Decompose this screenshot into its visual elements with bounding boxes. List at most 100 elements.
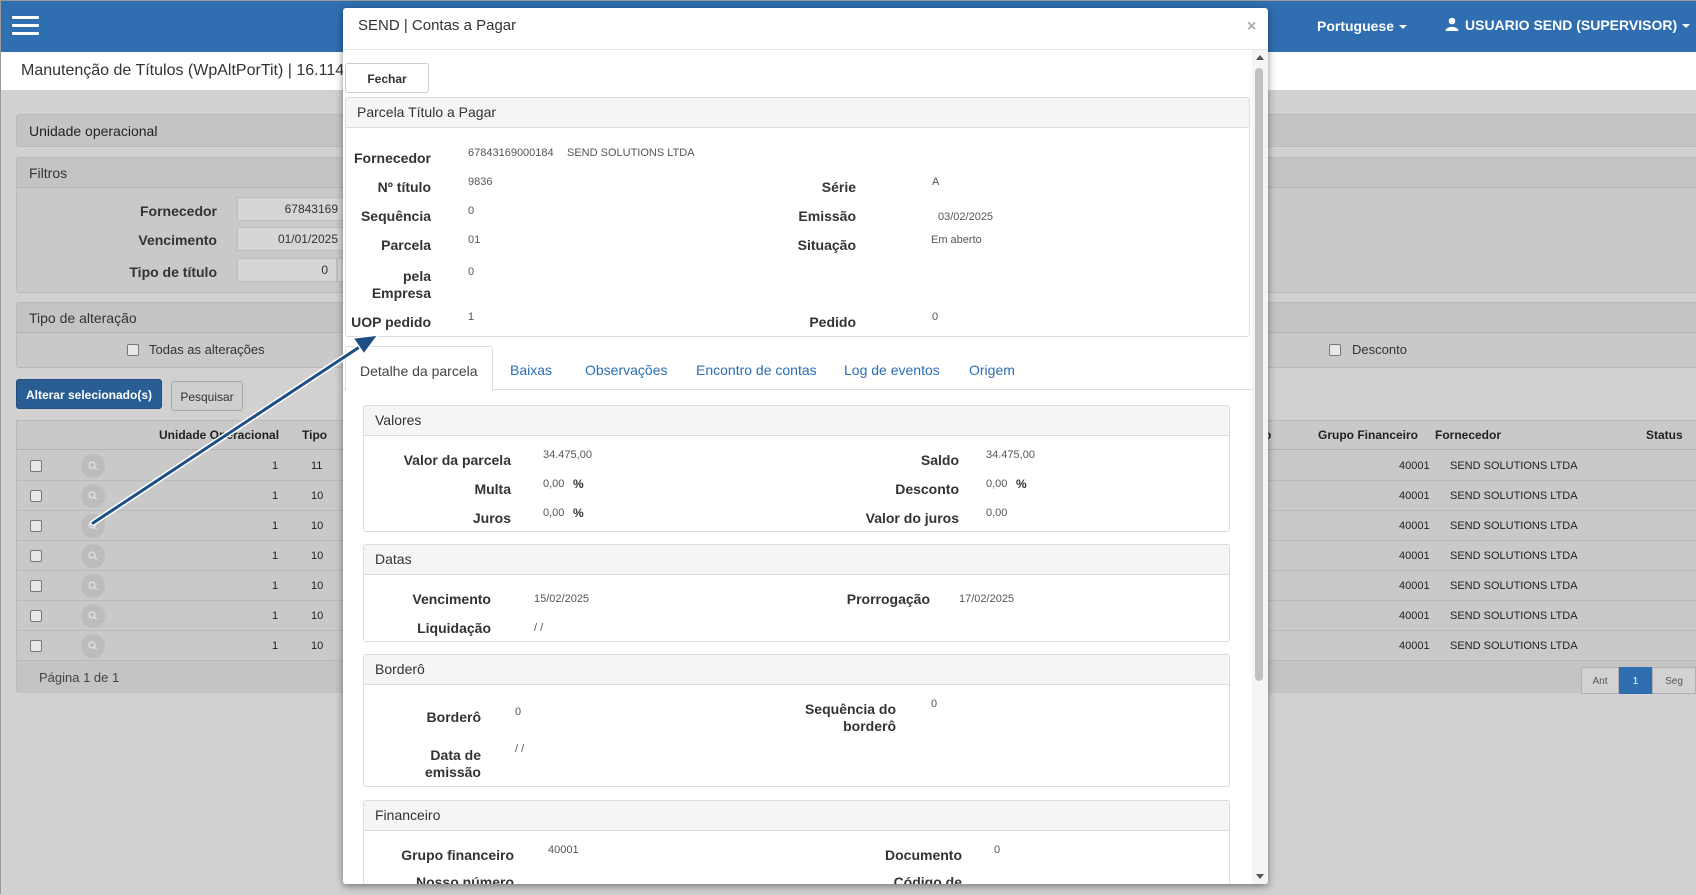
search-icon (88, 521, 98, 531)
all-alterations-checkbox[interactable] (127, 344, 139, 356)
search-button[interactable]: Pesquisar (171, 381, 243, 411)
close-icon[interactable]: × (1247, 18, 1256, 36)
row-checkbox[interactable] (30, 640, 42, 652)
documento-label: Documento (885, 847, 962, 863)
cell-fornecedor: SEND SOLUTIONS LTDA (1450, 490, 1578, 502)
filter-tipo-label: Tipo de título (129, 264, 217, 280)
emissao-label: Emissão (798, 208, 856, 224)
sequencia-bordero-label-line-2: borderô (843, 718, 896, 734)
filter-fornecedor-input[interactable]: 67843169 (237, 197, 347, 221)
row-checkbox[interactable] (30, 580, 42, 592)
row-checkbox[interactable] (30, 460, 42, 472)
tab-baixas[interactable]: Baixas (510, 346, 552, 390)
scroll-down-icon[interactable] (1256, 874, 1264, 879)
juros-value: 0,00 (543, 507, 565, 519)
saldo-value: 34.475,00 (986, 449, 1035, 461)
search-icon (88, 491, 98, 501)
chevron-down-icon (1399, 25, 1408, 30)
prorrogacao-value: 17/02/2025 (959, 593, 1015, 605)
tab-origem[interactable]: Origem (969, 346, 1015, 390)
menu-icon[interactable] (12, 16, 39, 36)
desconto-value-label: Desconto (895, 481, 959, 497)
titulo-value: 9836 (468, 176, 493, 188)
all-alterations-label: Todas as alterações (149, 342, 265, 357)
cell-unidade: 1 (272, 580, 279, 592)
search-icon (88, 611, 98, 621)
row-detail-button[interactable] (81, 514, 105, 538)
data-emissao-label: Data de emissão (364, 747, 481, 781)
pager-next[interactable]: Seg (1652, 667, 1696, 694)
sequencia-label: Sequência (360, 208, 431, 224)
detail-tabs: Detalhe da parcela Baixas Observações En… (343, 346, 1252, 391)
col-unidade[interactable]: Unidade Operacional (159, 428, 279, 442)
tab-detalhe-parcela[interactable]: Detalhe da parcela (345, 346, 493, 391)
tab-observacoes[interactable]: Observações (585, 346, 667, 390)
tab-log-eventos[interactable]: Log de eventos (844, 346, 940, 390)
row-detail-button[interactable] (81, 574, 105, 598)
emissao-value: 03/02/2025 (938, 211, 994, 223)
cell-tipo: 10 (311, 610, 324, 622)
scroll-up-icon[interactable] (1256, 55, 1264, 60)
scroll-thumb[interactable] (1255, 68, 1263, 681)
parcela-label: Parcela (381, 237, 431, 253)
cell-grupo: 40001 (1399, 460, 1430, 472)
bordero-panel: Borderô Borderô 0 Sequência do borderô 0… (363, 654, 1230, 787)
language-dropdown[interactable]: Portuguese (1317, 18, 1408, 34)
row-checkbox[interactable] (30, 520, 42, 532)
pela-empresa-label-line-1: pela (402, 268, 431, 284)
prorrogacao-label: Prorrogação (846, 591, 930, 607)
row-detail-button[interactable] (81, 604, 105, 628)
datas-title: Datas (364, 545, 1229, 575)
bordero-label: Borderô (426, 709, 481, 725)
row-checkbox[interactable] (30, 490, 42, 502)
fechar-button[interactable]: Fechar (345, 63, 429, 93)
cell-grupo: 40001 (1399, 520, 1430, 532)
page-title: Manutenção de Títulos (WpAltPorTit) | 16… (21, 62, 345, 79)
situacao-value: Em aberto (931, 234, 982, 246)
row-detail-button[interactable] (81, 544, 105, 568)
cell-unidade: 1 (272, 490, 279, 502)
filter-tipo-input[interactable]: 0 (237, 258, 337, 282)
pager-prev[interactable]: Ant (1581, 667, 1619, 694)
tab-encontro-contas[interactable]: Encontro de contas (696, 346, 817, 390)
search-icon (88, 581, 98, 591)
row-detail-button[interactable] (81, 484, 105, 508)
col-tipo[interactable]: Tipo (302, 428, 327, 442)
pedido-value: 0 (932, 311, 939, 323)
valor-juros-label: Valor do juros (865, 510, 959, 526)
data-emissao-label-line-1: Data de (430, 747, 481, 763)
cell-tipo: 10 (311, 580, 324, 592)
vencimento-value: 15/02/2025 (534, 593, 590, 605)
financeiro-panel: Financeiro Grupo financeiro 40001 Docume… (363, 800, 1230, 884)
col-fornecedor[interactable]: Fornecedor (1435, 428, 1501, 442)
multa-label: Multa (474, 481, 511, 497)
fornecedor-name: SEND SOLUTIONS LTDA (567, 147, 695, 159)
pela-empresa-label-line-2: Empresa (371, 285, 431, 301)
row-detail-button[interactable] (81, 454, 105, 478)
col-status[interactable]: Status (1646, 428, 1683, 442)
contas-a-pagar-modal: SEND | Contas a Pagar × Fechar Parcela T… (343, 8, 1268, 884)
juros-percent: % (573, 506, 584, 520)
language-label: Portuguese (1317, 18, 1395, 34)
col-grupo[interactable]: Grupo Financeiro (1318, 428, 1418, 442)
cell-fornecedor: SEND SOLUTIONS LTDA (1450, 640, 1578, 652)
cell-tipo: 10 (311, 550, 324, 562)
data-emissao-label-line-2: emissão (424, 764, 481, 780)
user-menu[interactable]: USUARIO SEND (SUPERVISOR) (1445, 17, 1691, 33)
alter-selected-button[interactable]: Alterar selecionado(s) (16, 379, 162, 409)
row-checkbox[interactable] (30, 610, 42, 622)
grupo-financeiro-label: Grupo financeiro (401, 847, 514, 863)
cell-fornecedor: SEND SOLUTIONS LTDA (1450, 520, 1578, 532)
fornecedor-label: Fornecedor (353, 150, 431, 166)
filter-vencimento-input[interactable]: 01/01/2025 (237, 227, 347, 251)
cell-grupo: 40001 (1399, 490, 1430, 502)
row-detail-button[interactable] (81, 634, 105, 658)
filter-vencimento-label: Vencimento (138, 232, 217, 248)
page-info: Página 1 de 1 (39, 670, 120, 685)
modal-scrollbar[interactable] (1252, 50, 1268, 884)
pager-current[interactable]: 1 (1619, 667, 1652, 694)
cell-tipo: 11 (311, 460, 323, 472)
row-checkbox[interactable] (30, 550, 42, 562)
desconto-checkbox[interactable] (1329, 344, 1341, 356)
cell-unidade: 1 (272, 520, 279, 532)
